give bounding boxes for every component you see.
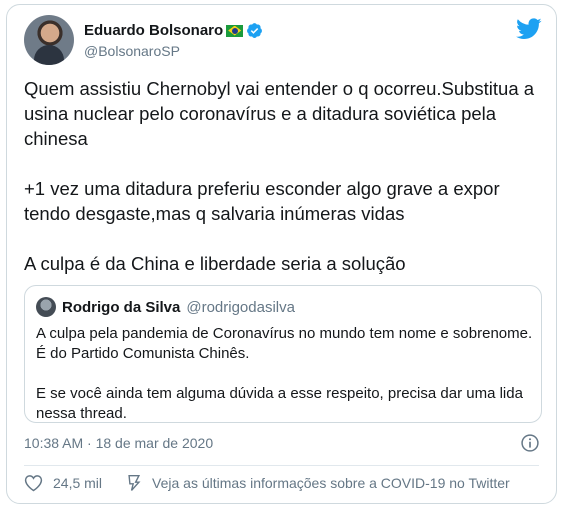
covid-info-icon bbox=[128, 474, 141, 491]
author-name[interactable]: Eduardo Bolsonaro bbox=[84, 22, 223, 39]
verified-badge-icon bbox=[247, 23, 263, 38]
quoted-author-name: Rodrigo da Silva bbox=[62, 299, 181, 316]
author-avatar[interactable] bbox=[24, 15, 74, 65]
tweet-text: Quem assistiu Chernobyl vai entender o q… bbox=[24, 78, 535, 274]
quoted-text: A culpa pela pandemia de Coronavírus no … bbox=[36, 325, 533, 422]
heart-icon[interactable] bbox=[24, 474, 43, 492]
covid-info-link[interactable]: Veja as últimas informações sobre a COVI… bbox=[152, 475, 510, 491]
like-count[interactable]: 24,5 mil bbox=[53, 475, 102, 491]
tweet-card: Eduardo Bolsonaro @BolsonaroSP Quem assi… bbox=[6, 4, 557, 504]
divider bbox=[24, 465, 539, 466]
author-handle[interactable]: @BolsonaroSP bbox=[84, 43, 180, 59]
info-icon[interactable] bbox=[520, 433, 540, 453]
quoted-author-handle: @rodrigodasilva bbox=[186, 299, 295, 316]
brazil-flag-icon bbox=[226, 24, 244, 37]
twitter-bird-icon[interactable] bbox=[516, 18, 542, 40]
quoted-header: Rodrigo da Silva @rodrigodasilva bbox=[62, 299, 295, 316]
author-name-row: Eduardo Bolsonaro bbox=[84, 22, 263, 39]
tweet-timestamp[interactable]: 10:38 AM · 18 de mar de 2020 bbox=[24, 435, 213, 451]
action-bar: 24,5 mil Veja as últimas informações sob… bbox=[24, 474, 510, 492]
quoted-tweet[interactable]: Rodrigo da Silva @rodrigodasilva A culpa… bbox=[24, 285, 542, 423]
quoted-author-avatar bbox=[36, 297, 56, 317]
